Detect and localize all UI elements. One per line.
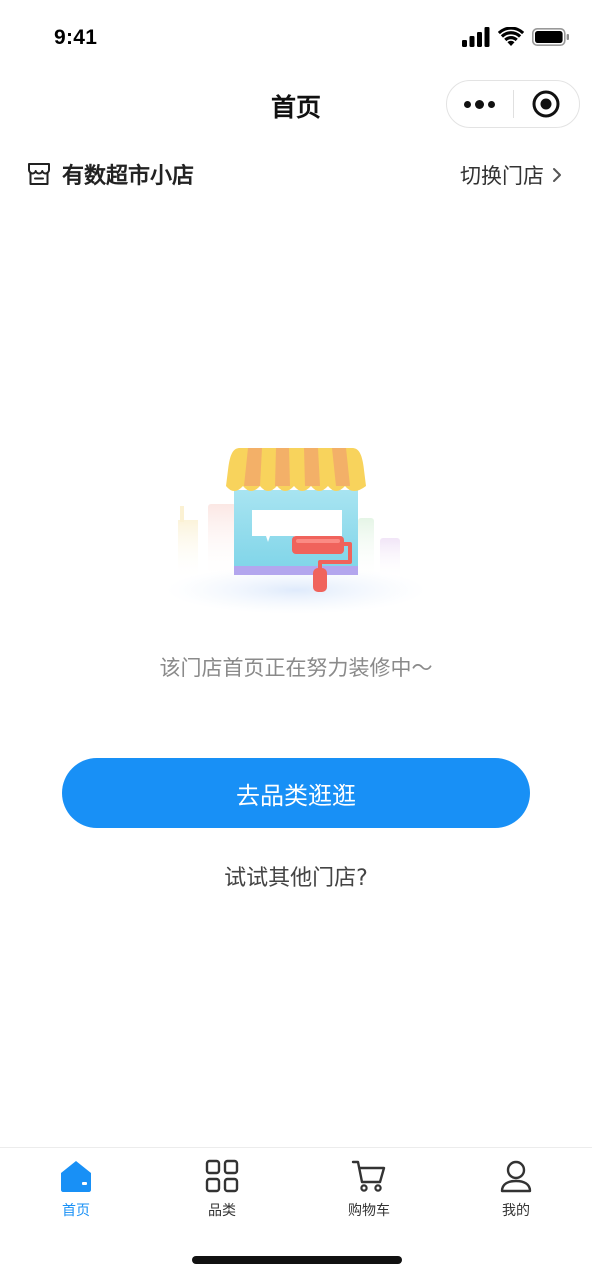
nav-bar: 首页 (0, 78, 592, 134)
target-circle-icon (532, 90, 560, 118)
grid-icon (205, 1159, 239, 1193)
store-icon (28, 163, 50, 185)
home-icon (61, 1161, 91, 1192)
status-icons (462, 27, 570, 47)
more-button[interactable] (447, 81, 513, 127)
tab-profile[interactable]: 我的 (442, 1158, 590, 1228)
tab-home-label: 首页 (62, 1203, 90, 1219)
tab-categories-label: 品类 (208, 1203, 236, 1219)
switch-store-label: 切换门店 (460, 164, 544, 188)
more-dots-icon (464, 99, 496, 109)
home-indicator (192, 1256, 402, 1264)
close-button[interactable] (514, 81, 580, 127)
user-icon (500, 1160, 532, 1193)
tab-cart-label: 购物车 (348, 1203, 390, 1219)
switch-store-button[interactable]: 切换门店 (460, 160, 564, 190)
mini-program-capsule (446, 80, 580, 128)
store-info[interactable]: 有数超市小店 (26, 158, 194, 190)
battery-icon (532, 27, 569, 46)
tab-profile-label: 我的 (502, 1203, 530, 1219)
chevron-right-icon (553, 168, 561, 182)
status-bar: 9:41 (0, 0, 592, 78)
wifi-icon (498, 27, 524, 46)
page: 9:41 首页 有数超市小店 切换门店 该门店首页正在努力装修中～ 去品类逛逛 … (0, 0, 592, 1280)
store-renovation-illustration (166, 448, 426, 614)
go-to-categories-button[interactable]: 去品类逛逛 (62, 758, 530, 828)
empty-state-message: 该门店首页正在努力装修中～ (159, 656, 433, 680)
signal-icon (462, 27, 490, 47)
cart-icon (351, 1160, 386, 1192)
tab-categories[interactable]: 品类 (148, 1158, 296, 1228)
try-other-stores-link[interactable]: 试试其他门店? (0, 860, 592, 892)
tab-cart[interactable]: 购物车 (295, 1158, 443, 1228)
store-header: 有数超市小店 切换门店 (0, 150, 592, 198)
tab-home[interactable]: 首页 (2, 1158, 150, 1228)
store-name: 有数超市小店 (62, 164, 195, 189)
status-time: 9:41 (54, 26, 98, 49)
